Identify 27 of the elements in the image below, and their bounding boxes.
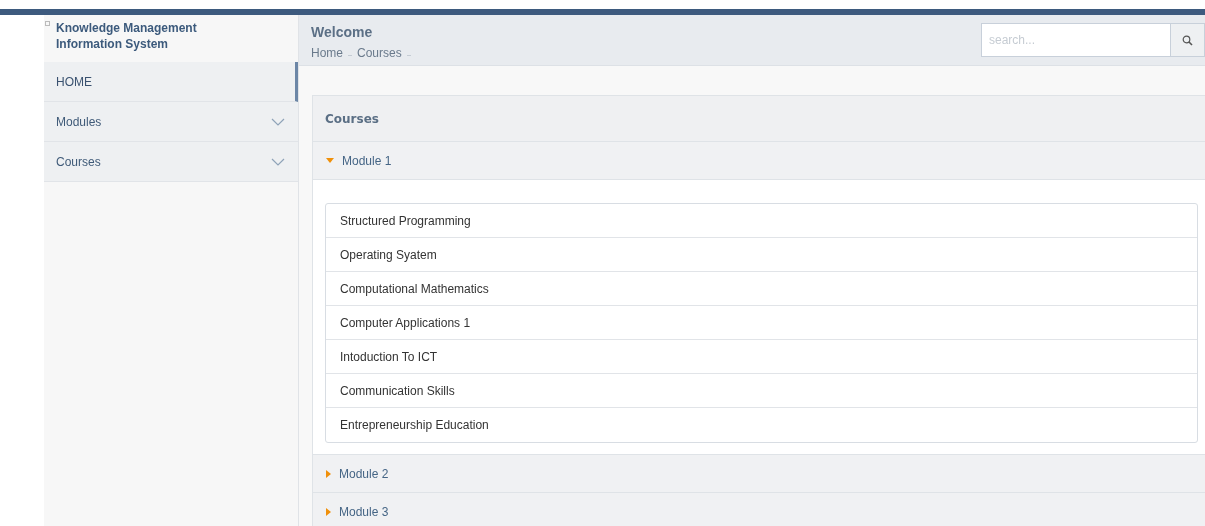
sidebar-item[interactable]: HOME xyxy=(44,62,298,102)
course-item[interactable]: Entrepreneurship Education xyxy=(326,408,1197,442)
module-header[interactable]: Module 2 xyxy=(313,455,1205,493)
app-title: Knowledge Management Information System xyxy=(56,20,198,52)
course-item[interactable]: Structured Programming xyxy=(326,204,1197,238)
search-icon xyxy=(1182,34,1193,46)
module-header[interactable]: Module 1 xyxy=(313,142,1205,180)
caret-down-icon xyxy=(326,158,334,163)
sidebar-item[interactable]: Courses xyxy=(44,142,298,182)
course-item[interactable]: Operating Syatem xyxy=(326,238,1197,272)
search-button[interactable] xyxy=(1171,23,1205,57)
course-item[interactable]: Communication Skills xyxy=(326,374,1197,408)
breadcrumb-link[interactable]: Courses xyxy=(357,46,402,60)
search-field[interactable]: search... xyxy=(981,23,1171,57)
logo-icon xyxy=(45,21,50,26)
course-item[interactable]: Computer Applications 1 xyxy=(326,306,1197,340)
panel-title: Courses xyxy=(325,111,379,126)
sidebar-item[interactable]: Modules xyxy=(44,102,298,142)
module-header[interactable]: Module 3 xyxy=(313,493,1205,526)
breadcrumb-link[interactable]: Home xyxy=(311,46,343,60)
breadcrumb-separator xyxy=(348,54,352,56)
course-item[interactable]: Computational Mathematics xyxy=(326,272,1197,306)
caret-right-icon xyxy=(326,507,331,516)
course-item[interactable]: Intoduction To ICT xyxy=(326,340,1197,374)
page-title: Welcome xyxy=(311,24,374,40)
breadcrumb-separator xyxy=(406,54,411,56)
caret-right-icon xyxy=(326,469,331,478)
